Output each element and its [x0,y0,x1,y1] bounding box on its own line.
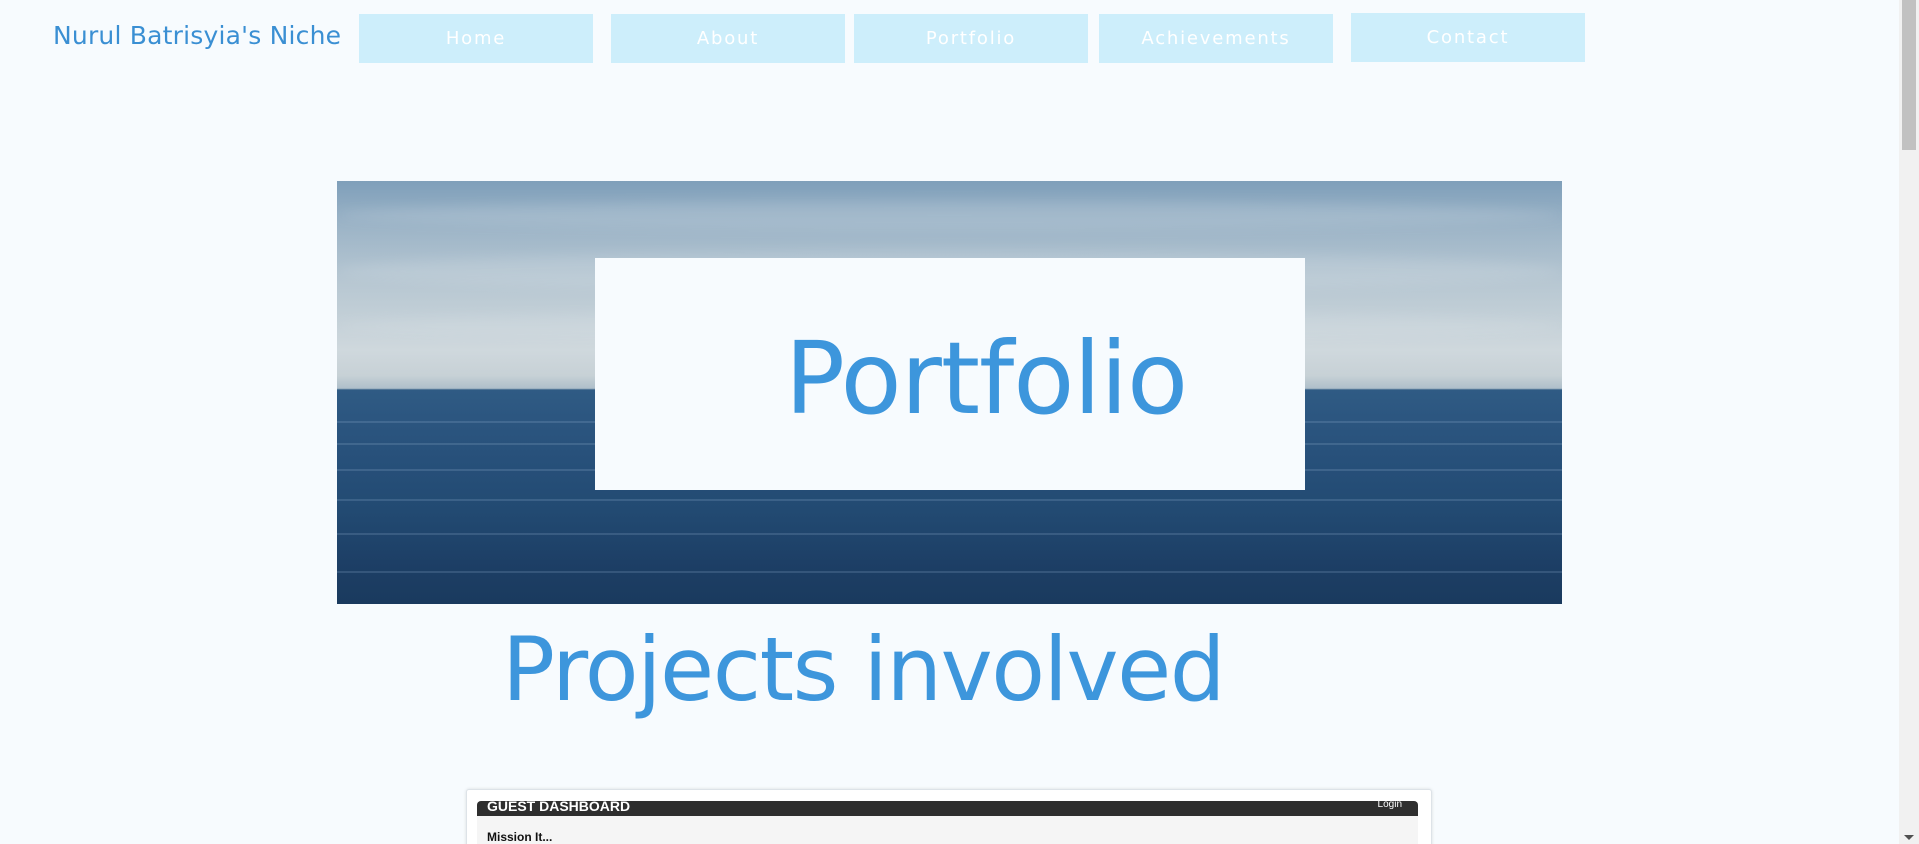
hero-banner-image: Portfolio [337,181,1562,604]
project-embed-frame[interactable]: GUEST DASHBOARD Login Mission It... [466,789,1432,844]
nav-achievements-button[interactable]: Achievements [1099,14,1333,63]
nav-portfolio-button[interactable]: Portfolio [854,14,1088,63]
page: Nurul Batrisyia's Niche Home About Portf… [0,0,1919,844]
sea-wave [337,533,1562,535]
hero-title: Portfolio [784,319,1188,437]
embed-dashboard-title: GUEST DASHBOARD [487,798,631,814]
embed-dashboard-body: Mission It... [477,816,1418,844]
nav-home-button[interactable]: Home [359,14,593,63]
scrollbar-thumb[interactable] [1902,0,1916,150]
nav-contact-button[interactable]: Contact [1351,13,1585,62]
hero-title-card: Portfolio [595,258,1305,490]
embed-body-text: Mission It... [487,830,553,844]
site-title[interactable]: Nurul Batrisyia's Niche [53,21,341,50]
nav-about-button[interactable]: About [611,14,845,63]
sea-wave [337,571,1562,573]
embed-dashboard-topbar: GUEST DASHBOARD Login [477,798,1418,816]
projects-heading: Projects involved [502,618,1226,721]
scroll-down-arrow-icon[interactable] [1904,835,1914,840]
vertical-scrollbar[interactable] [1899,0,1919,844]
sea-wave [337,499,1562,501]
sky-streak [337,201,1562,229]
embed-login-link[interactable]: Login [1378,799,1402,810]
